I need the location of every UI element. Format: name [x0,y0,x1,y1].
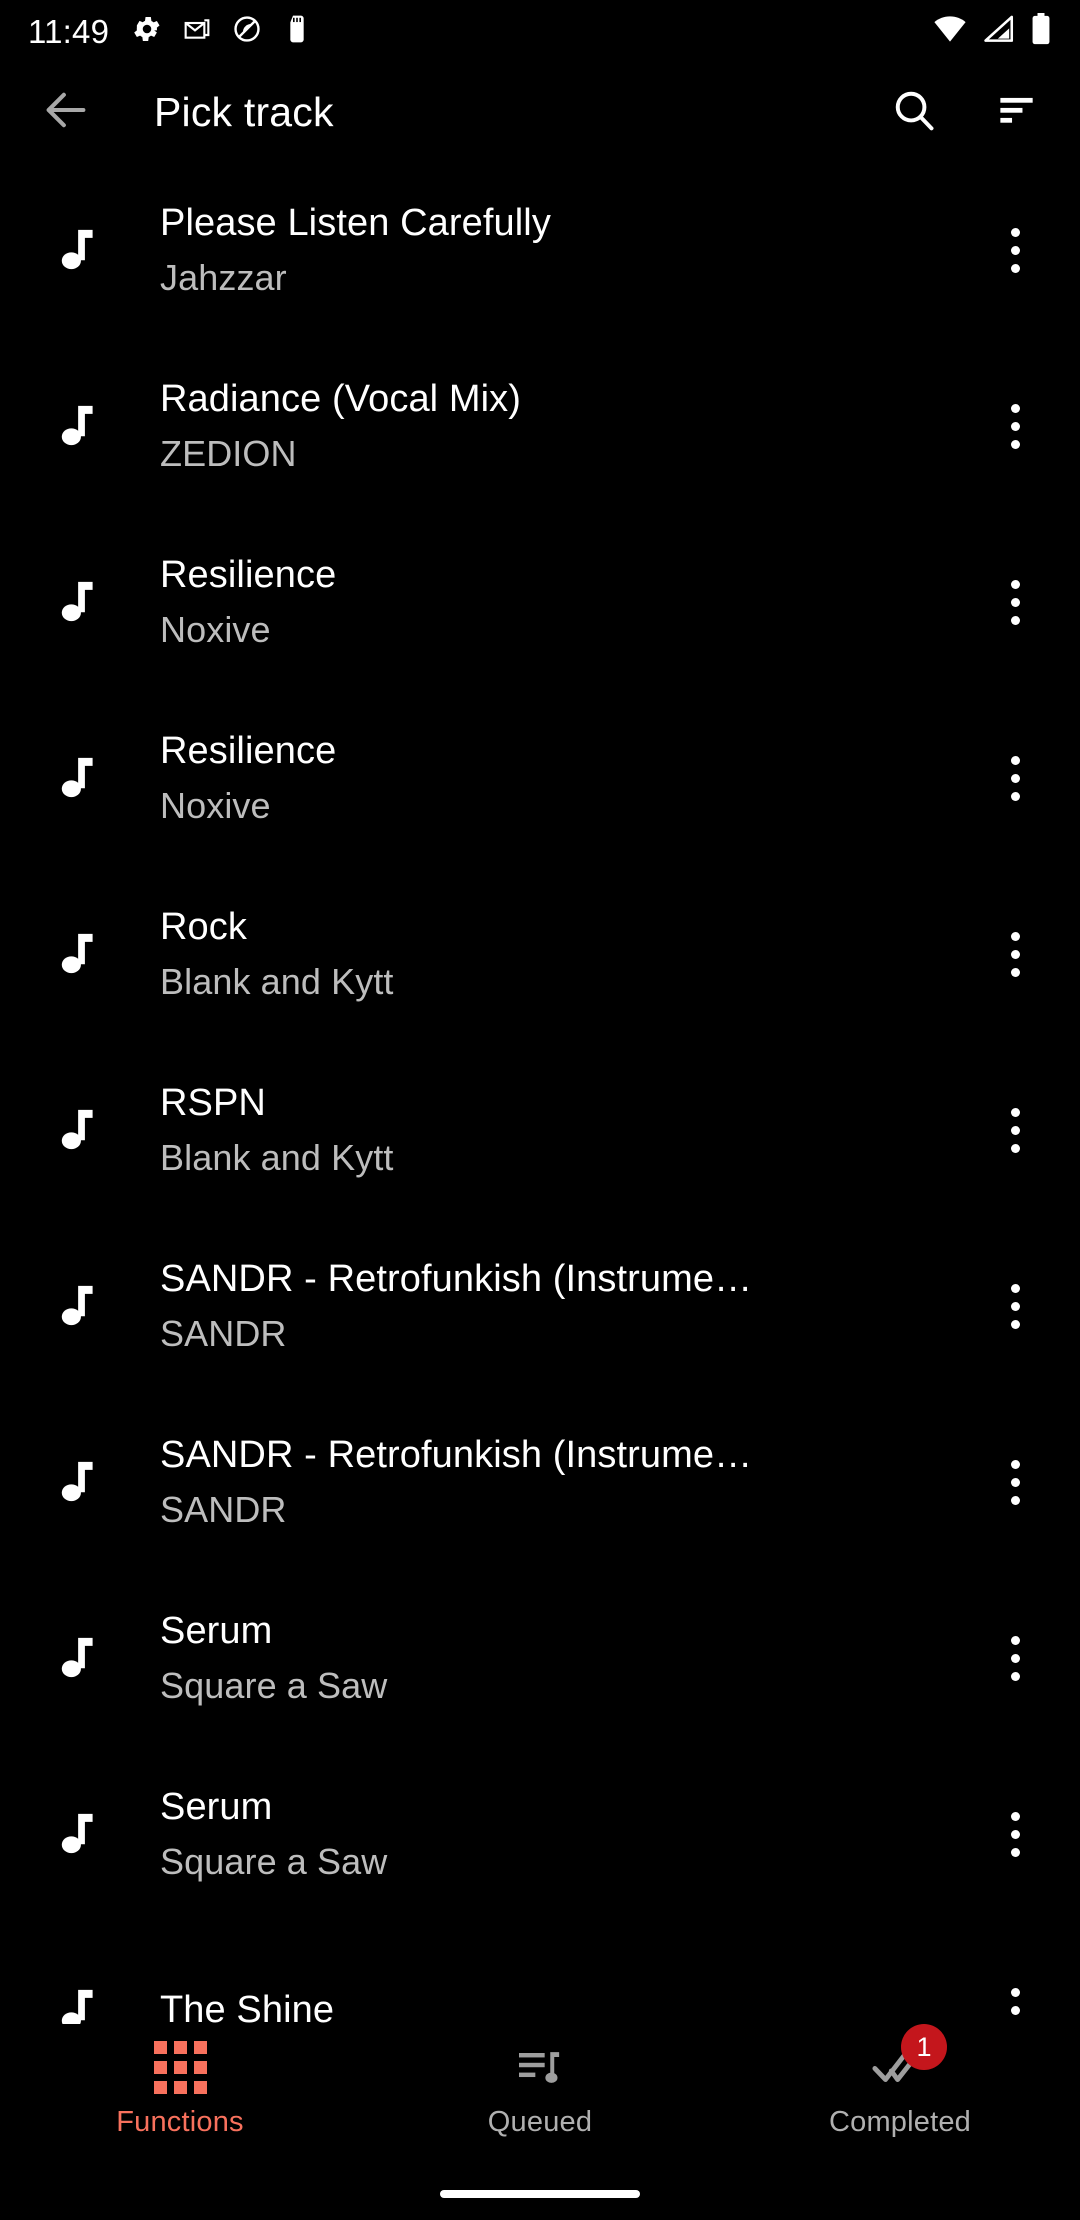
track-row[interactable]: Rock Blank and Kytt [0,866,1080,1042]
music-note-icon [0,1570,160,1746]
track-title: Serum [160,1785,273,1828]
track-text: SANDR - Retrofunkish (Instrume… SANDR [160,1258,960,1355]
track-row[interactable]: Resilience Noxive [0,690,1080,866]
music-note-icon [0,690,160,866]
track-title: RSPN [160,1081,266,1124]
battery-icon [1030,12,1052,50]
status-clock: 11:49 [28,12,110,50]
track-title: SANDR - Retrofunkish (Instrume… [160,1257,753,1300]
music-note-icon [0,1922,160,2024]
track-artist: Blank and Kytt [160,1138,394,1179]
search-icon [889,85,939,140]
search-button[interactable] [874,72,954,152]
gear-icon [131,13,163,50]
track-list[interactable]: Please Listen Carefully Jahzzar Radiance (… [0,162,1080,2024]
cell-signal-icon [982,14,1016,49]
nav-item-functions[interactable]: Functions [0,2024,360,2160]
overflow-menu-icon[interactable] [960,690,1070,866]
overflow-menu-icon[interactable] [960,1218,1070,1394]
music-note-icon [0,514,160,690]
track-row[interactable]: Please Listen Carefully Jahzzar [0,162,1080,338]
track-artist: Square a Saw [160,1842,388,1883]
back-arrow-icon [40,84,92,141]
track-text: RSPN Blank and Kytt [160,1082,960,1179]
nav-item-completed[interactable]: 1 Completed [720,2024,1080,2160]
page-title: Pick track [154,88,334,135]
track-artist: Noxive [160,786,271,827]
status-badge: 1 [901,2024,947,2070]
bottom-navigation: Functions Queued 1 Completed [0,2024,1080,2160]
track-artist: Blank and Kytt [160,962,394,1003]
status-notification-icons [131,13,313,50]
track-artist: SANDR [160,1490,287,1531]
track-artist: ZEDION [160,434,297,475]
track-title: SANDR - Retrofunkish (Instrume… [160,1433,753,1476]
overflow-menu-icon[interactable] [960,1746,1070,1922]
track-text: The Shine [160,1989,960,2024]
status-system-icons [932,12,1052,50]
track-title: The Shine [160,1988,335,2024]
track-title: Resilience [160,729,337,772]
overflow-menu-icon[interactable] [960,1922,1070,2024]
nav-label-completed: Completed [828,2106,972,2138]
gesture-home-indicator[interactable] [440,2190,640,2198]
music-note-icon [0,866,160,1042]
overflow-menu-icon[interactable] [960,514,1070,690]
track-row[interactable]: Radiance (Vocal Mix) ZEDION [0,338,1080,514]
sort-icon [991,85,1041,140]
track-artist: Noxive [160,610,271,651]
back-button[interactable] [24,70,108,154]
track-text: Serum Square a Saw [160,1610,960,1707]
track-row[interactable]: The Shine [0,1922,1080,2024]
app-toolbar: Pick track [0,62,1080,162]
track-row[interactable]: SANDR - Retrofunkish (Instrume… SANDR [0,1218,1080,1394]
track-row[interactable]: Serum Square a Saw [0,1746,1080,1922]
track-title: Please Listen Carefully [160,201,551,244]
track-title: Radiance (Vocal Mix) [160,377,522,420]
double-check-icon: 1 [871,2024,947,2096]
track-row[interactable]: Serum Square a Saw [0,1570,1080,1746]
track-title: Rock [160,905,247,948]
track-artist: SANDR [160,1314,287,1355]
track-artist: Square a Saw [160,1666,388,1707]
track-row[interactable]: Resilience Noxive [0,514,1080,690]
track-text: Please Listen Carefully Jahzzar [160,202,960,299]
track-title: Resilience [160,553,337,596]
track-text: SANDR - Retrofunkish (Instrume… SANDR [160,1434,960,1531]
music-note-icon [0,1746,160,1922]
track-row[interactable]: SANDR - Retrofunkish (Instrume… SANDR [0,1394,1080,1570]
overflow-menu-icon[interactable] [960,162,1070,338]
status-bar: 11:49 [0,0,1080,62]
music-note-icon [0,1394,160,1570]
overflow-menu-icon[interactable] [960,1570,1070,1746]
nav-item-queued[interactable]: Queued [360,2024,720,2160]
track-text: Rock Blank and Kytt [160,906,960,1003]
gmail-icon [181,13,213,50]
overflow-menu-icon[interactable] [960,1042,1070,1218]
sd-card-icon [281,13,313,50]
overflow-menu-icon[interactable] [960,866,1070,1042]
wifi-icon [932,14,968,49]
track-text: Resilience Noxive [160,730,960,827]
track-row[interactable]: RSPN Blank and Kytt [0,1042,1080,1218]
music-note-icon [0,338,160,514]
track-text: Serum Square a Saw [160,1786,960,1883]
track-artist: Jahzzar [160,258,287,299]
music-note-icon [0,162,160,338]
track-text: Radiance (Vocal Mix) ZEDION [160,378,960,475]
track-title: Serum [160,1609,273,1652]
nav-label-functions: Functions [116,2106,244,2138]
app-screen: 11:49 Pick track Please Listen Carefully… [0,0,1080,2220]
sort-button[interactable] [976,72,1056,152]
track-text: Resilience Noxive [160,554,960,651]
nav-label-queued: Queued [487,2106,593,2138]
playlist-music-icon [512,2038,568,2096]
grid-icon [153,2038,207,2096]
music-note-icon [0,1042,160,1218]
overflow-menu-icon[interactable] [960,1394,1070,1570]
circle-slash-icon [231,13,263,50]
toolbar-actions [874,72,1056,152]
music-note-icon [0,1218,160,1394]
overflow-menu-icon[interactable] [960,338,1070,514]
